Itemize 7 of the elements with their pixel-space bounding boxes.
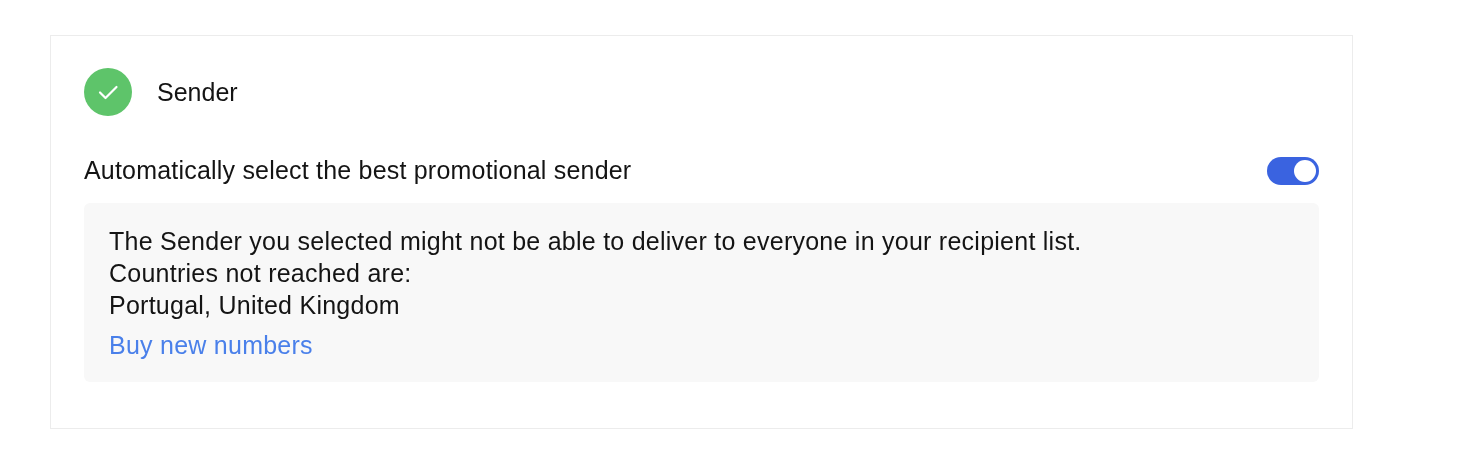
step-title: Sender: [157, 77, 238, 107]
notice-text: Countries not reached are:: [109, 258, 413, 289]
toggle-switch[interactable]: [1267, 156, 1319, 185]
notice-text: The Sender you selected might not be able to deliver to everyone in your recipient list.: [109, 226, 1083, 257]
buy-numbers-link[interactable]: Buy new numbers: [109, 329, 313, 361]
toggle-label: Automatically select the best promotional sender: [84, 156, 632, 185]
notice-text: Portugal, United Kingdom: [109, 290, 401, 321]
